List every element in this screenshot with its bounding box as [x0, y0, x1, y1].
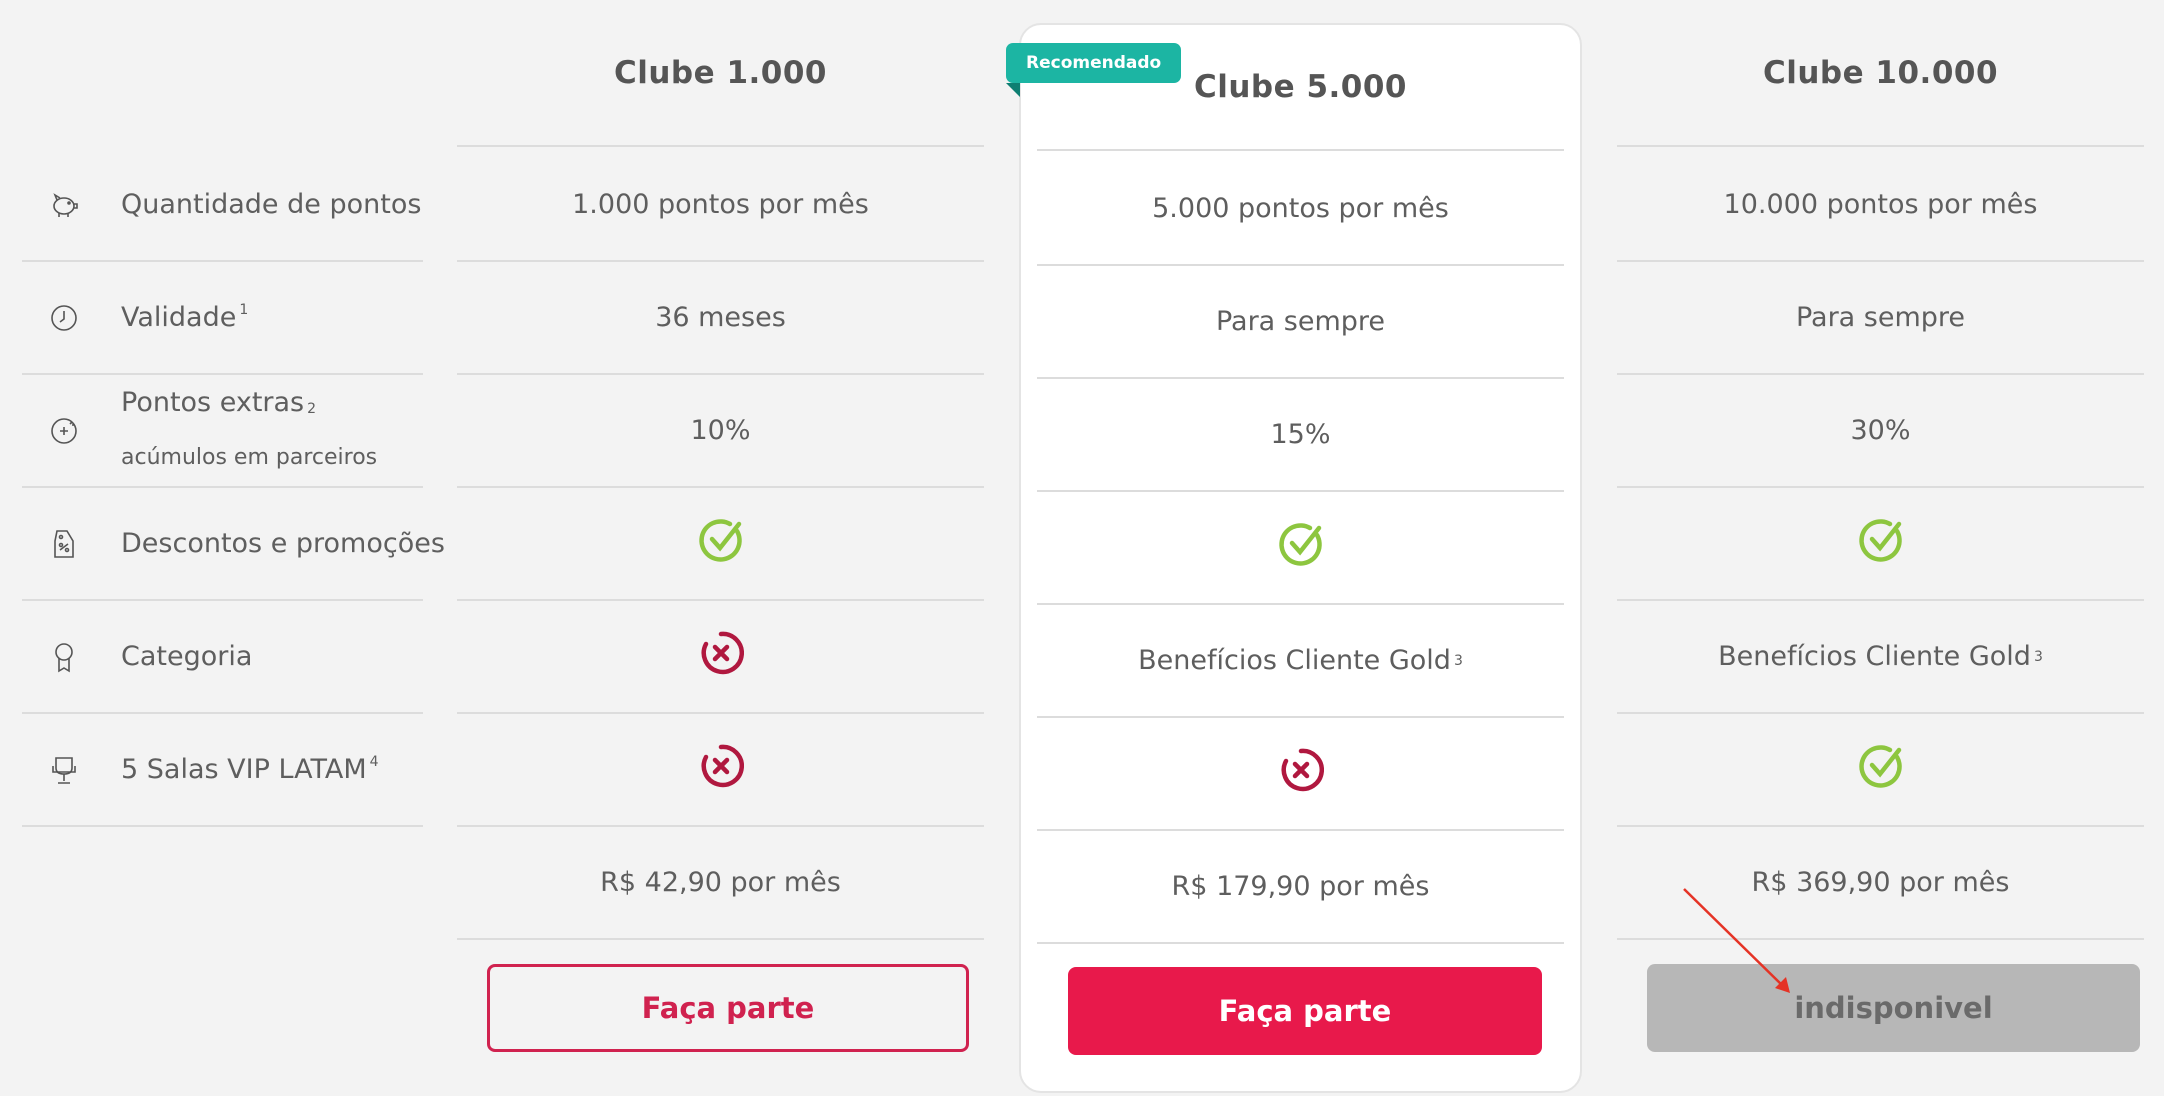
feature-row-extra-points: Pontos extras 2 acúmulos em parceiros: [22, 375, 423, 488]
plan-points: 10.000 pontos por mês: [1617, 149, 2144, 262]
category-medal-icon: [46, 639, 82, 675]
plan-validity: Para sempre: [1617, 262, 2144, 375]
feature-row-points: Quantidade de pontos: [22, 149, 423, 262]
plan-column-5000: Recomendado Clube 5.000 5.000 pontos por…: [1006, 23, 1582, 1093]
plan-validity: Para sempre: [1037, 266, 1564, 379]
check-icon: [1278, 521, 1324, 574]
vip-lounge-chair-icon: [46, 752, 82, 788]
annotation-arrow-icon: [1683, 888, 1790, 993]
piggy-bank-icon: [46, 187, 82, 223]
plan-vip: [1617, 714, 2144, 827]
plan-category: Benefícios Cliente Gold 3: [1037, 605, 1564, 718]
feature-label-extra-text: Pontos extras: [121, 387, 305, 418]
feature-label-validity-text: Validade: [121, 302, 237, 333]
check-icon: [698, 517, 744, 570]
category-value: Benefícios Cliente Gold: [1138, 645, 1451, 676]
feature-label-extra: Pontos extras 2: [121, 387, 316, 418]
plan-points: 1.000 pontos por mês: [457, 149, 984, 262]
feature-sublabel-extra: acúmulos em parceiros: [121, 445, 378, 470]
footnote-3: 3: [2033, 648, 2043, 665]
plan-title: Clube 1.000: [457, 0, 984, 147]
feature-row-vip: 5 Salas VIP LATAM 4: [22, 714, 423, 827]
join-button-1000[interactable]: Faça parte: [487, 964, 969, 1052]
footnote-4: 4: [369, 754, 379, 770]
feature-label-discounts: Descontos e promoções: [121, 528, 445, 559]
discount-tag-icon: [46, 526, 82, 562]
badge-fold: [1006, 83, 1020, 97]
plan-title: Clube 10.000: [1617, 0, 2144, 147]
clock-icon: [46, 300, 82, 336]
join-button-5000[interactable]: Faça parte: [1068, 967, 1542, 1055]
cross-icon: [698, 743, 744, 796]
plan-points: 5.000 pontos por mês: [1037, 153, 1564, 266]
feature-label-category: Categoria: [121, 641, 253, 672]
footnote-2: 2: [307, 401, 317, 417]
check-icon: [1858, 743, 1904, 796]
feature-label-validity: Validade 1: [121, 302, 248, 333]
cross-icon: [1278, 747, 1324, 800]
footnote-1: 1: [239, 302, 249, 318]
plan-discounts: [1037, 492, 1564, 605]
feature-label-vip: 5 Salas VIP LATAM 4: [121, 754, 379, 785]
plan-validity: 36 meses: [457, 262, 984, 375]
plan-discounts: [1617, 488, 2144, 601]
plan-category: [457, 601, 984, 714]
plan-price: R$ 179,90 por mês: [1037, 831, 1564, 944]
feature-row-category: Categoria: [22, 601, 423, 714]
feature-row-discounts: Descontos e promoções: [22, 488, 445, 601]
cross-icon: [698, 630, 744, 683]
check-icon: [1858, 517, 1904, 570]
feature-row-validity: Validade 1: [22, 262, 423, 375]
plan-extra-points: 15%: [1037, 379, 1564, 492]
feature-label-points: Quantidade de pontos: [121, 189, 422, 220]
points-plus-icon: [46, 413, 82, 449]
plan-category: Benefícios Cliente Gold 3: [1617, 601, 2144, 714]
plan-extra-points: 30%: [1617, 375, 2144, 488]
plan-title: Clube 5.000: [1037, 25, 1564, 151]
plan-vip: [1037, 718, 1564, 831]
footnote-3: 3: [1453, 652, 1463, 669]
feature-label-vip-text: 5 Salas VIP LATAM: [121, 754, 367, 785]
plan-extra-points: 10%: [457, 375, 984, 488]
plan-vip: [457, 714, 984, 827]
category-value: Benefícios Cliente Gold: [1718, 641, 2031, 672]
plan-discounts: [457, 488, 984, 601]
plan-price: R$ 42,90 por mês: [457, 827, 984, 940]
